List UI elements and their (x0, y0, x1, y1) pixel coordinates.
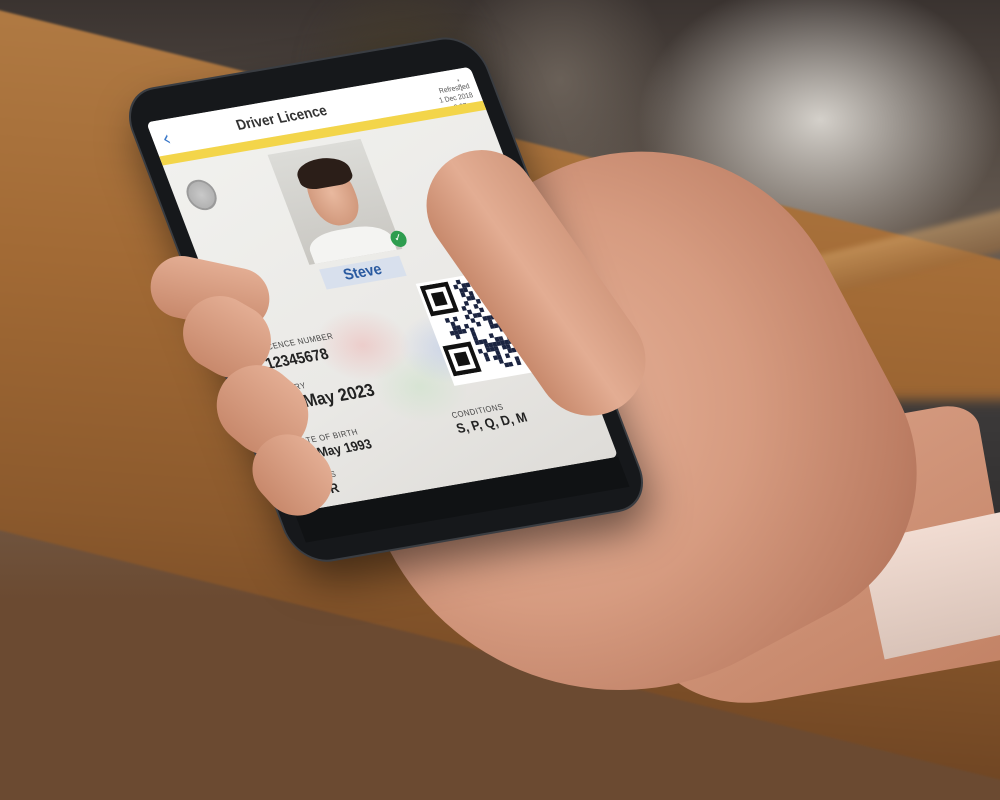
licence-photo (267, 138, 403, 265)
government-crest-icon (177, 177, 229, 223)
back-chevron-icon[interactable]: ‹ (158, 126, 175, 151)
page-title: Driver Licence (233, 101, 330, 134)
crest-emblem (181, 177, 222, 213)
